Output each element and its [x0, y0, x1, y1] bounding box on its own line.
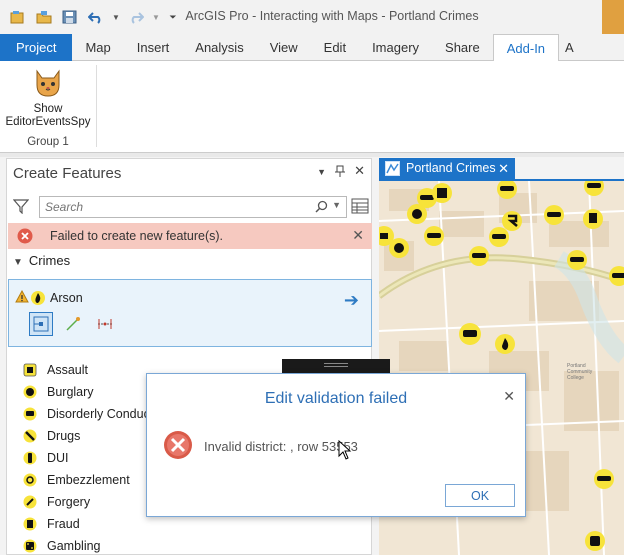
forgery-icon [23, 495, 37, 509]
feature-template-list: Assault Burglary Disorderly Conduct Drug… [23, 359, 153, 555]
construction-tools [29, 312, 117, 336]
ribbon-button-label-line2: EditorEventsSpy [5, 116, 91, 128]
disorderly-conduct-icon [23, 407, 37, 421]
svg-text:College: College [567, 375, 584, 381]
dialog-close-icon[interactable]: ✕ [503, 388, 515, 405]
tab-add-in[interactable]: Add-In [492, 34, 560, 62]
list-item[interactable]: Embezzlement [23, 469, 153, 491]
fire-icon [31, 291, 45, 308]
pane-menu-icon[interactable]: ▼ [317, 165, 326, 180]
feature-label: Burglary [47, 385, 94, 399]
layer-group-crimes[interactable]: ▼ Crimes [13, 253, 70, 268]
ribbon-separator [96, 65, 97, 147]
filter-icon[interactable] [12, 198, 30, 217]
ribbon-group-label: Group 1 [27, 136, 69, 148]
fraud-icon [23, 517, 37, 531]
list-item[interactable]: Gambling [23, 535, 153, 555]
ribbon-panel: Show EditorEventsSpy Group 1 [0, 61, 624, 153]
points-along-line-icon[interactable] [93, 312, 117, 336]
drugs-icon [23, 429, 37, 443]
gambling-icon [23, 539, 37, 553]
tab-portland-crimes[interactable]: Portland Crimes ✕ [379, 158, 515, 179]
feature-label: Embezzlement [47, 473, 130, 487]
list-item[interactable]: Disorderly Conduct [23, 403, 153, 425]
feature-label: Fraud [47, 517, 80, 531]
tab-analysis[interactable]: Analysis [182, 34, 256, 61]
dui-icon [23, 451, 37, 465]
dialog-message: Invalid district: , row 53553 [204, 439, 358, 454]
tab-map[interactable]: Map [72, 34, 123, 61]
search-dropdown-icon[interactable]: ▼ [332, 200, 341, 210]
tab-insert[interactable]: Insert [124, 34, 183, 61]
error-icon [163, 430, 193, 463]
cat-icon [31, 65, 65, 99]
list-item[interactable]: Forgery [23, 491, 153, 513]
pane-title: Create Features [13, 165, 122, 182]
selected-template[interactable]: Arson ➔ [8, 279, 372, 347]
list-item[interactable]: Burglary [23, 381, 153, 403]
warning-icon [15, 289, 29, 306]
pane-controls: ▼ ✕ [317, 164, 365, 180]
point-at-end-of-line-icon[interactable] [61, 312, 85, 336]
tab-view[interactable]: View [257, 34, 311, 61]
edit-validation-dialog: Edit validation failed ✕ Invalid distric… [146, 373, 526, 517]
search-input[interactable] [40, 197, 300, 217]
list-item[interactable]: Fraud [23, 513, 153, 535]
error-icon [17, 228, 33, 247]
list-item[interactable]: Drugs [23, 425, 153, 447]
ok-button[interactable]: OK [445, 484, 515, 507]
search-icon[interactable] [315, 200, 328, 216]
template-name: Arson [50, 291, 83, 305]
error-message-bar: Failed to create new feature(s). ✕ [8, 223, 372, 249]
error-text: Failed to create new feature(s). [50, 229, 223, 243]
dismiss-error-icon[interactable]: ✕ [352, 227, 364, 244]
feature-label: Gambling [47, 539, 101, 553]
manage-templates-icon[interactable] [351, 198, 369, 217]
mouse-cursor-icon [338, 439, 352, 463]
feature-label: Disorderly Conduct [47, 407, 154, 421]
pin-icon[interactable] [335, 165, 346, 180]
title-bar: ▼ ▼ ⏷ ArcGIS Pro - Interacting with Maps… [0, 0, 624, 34]
feature-label: Forgery [47, 495, 91, 509]
app-title: ArcGIS Pro - Interacting with Maps - Por… [185, 9, 479, 23]
close-map-tab-icon[interactable]: ✕ [498, 158, 509, 179]
list-item[interactable]: DUI [23, 447, 153, 469]
assault-icon [23, 363, 37, 377]
feature-label: DUI [47, 451, 69, 465]
show-editor-events-spy-button[interactable]: Show EditorEventsSpy [4, 65, 92, 135]
tab-imagery[interactable]: Imagery [359, 34, 432, 61]
chevron-down-icon[interactable]: ▼ [13, 257, 23, 268]
tab-share[interactable]: Share [432, 34, 493, 61]
tab-project[interactable]: Project [0, 34, 73, 61]
layer-group-label: Crimes [28, 253, 71, 268]
map-tab-title: Portland Crimes [406, 161, 496, 175]
pane-gap [0, 153, 624, 157]
embezzlement-icon [23, 473, 37, 487]
user-avatar[interactable] [602, 0, 624, 34]
ribbon-button-label-line1: Show [33, 103, 63, 115]
ribbon-tabs: Project Map Insert Analysis View Edit Im… [0, 34, 624, 62]
tab-overflow[interactable]: A [559, 34, 580, 61]
close-icon[interactable]: ✕ [354, 164, 365, 180]
tab-edit[interactable]: Edit [311, 34, 359, 61]
feature-label: Drugs [47, 429, 81, 443]
arrow-right-icon[interactable]: ➔ [344, 290, 359, 311]
search-row: ▼ [11, 196, 369, 218]
point-tool-icon[interactable] [29, 312, 53, 336]
feature-label: Assault [47, 363, 88, 377]
dialog-title: Edit validation failed [264, 390, 408, 407]
search-box: ▼ [39, 196, 347, 218]
burglary-icon [23, 385, 37, 399]
list-item[interactable]: Assault [23, 359, 153, 381]
